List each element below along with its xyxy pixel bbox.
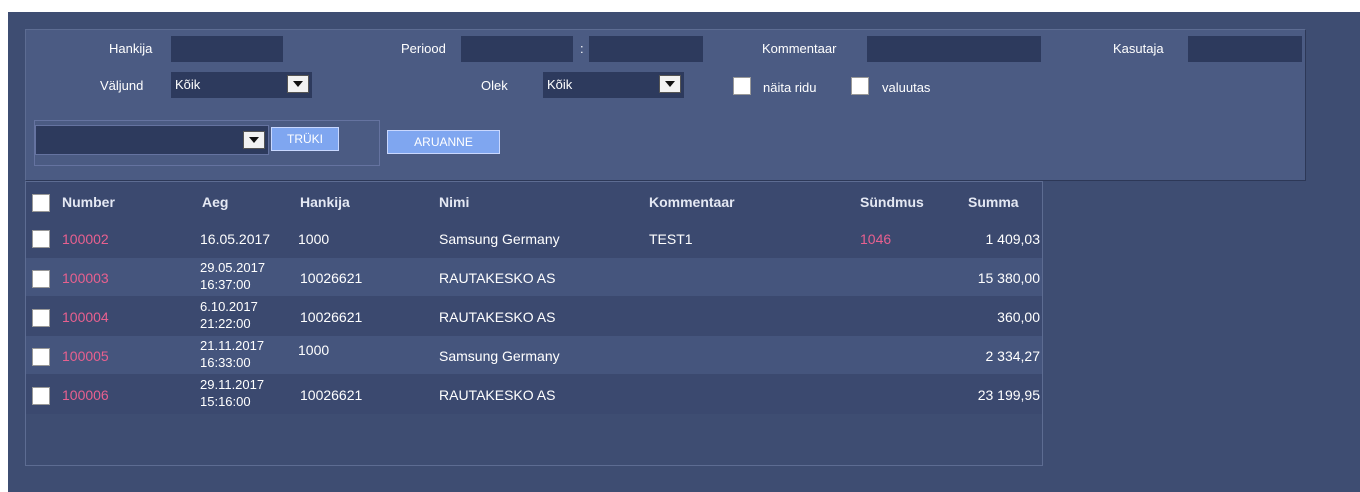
comment-label: Kommentaar — [762, 41, 837, 56]
table-row[interactable]: 100002 16.05.2017 1000 Samsung Germany T… — [26, 220, 1042, 258]
row-sum: 23 199,95 — [977, 387, 1040, 403]
user-input[interactable] — [1188, 36, 1302, 62]
row-name: RAUTAKESKO AS — [439, 270, 556, 286]
supplier-label: Hankija — [109, 41, 153, 56]
row-date: 29.05.2017 — [200, 260, 266, 275]
row-date: 16.05.2017 — [200, 231, 271, 247]
row-supplier: 1000 — [298, 231, 330, 247]
user-label: Kasutaja — [1113, 41, 1164, 56]
row-checkbox[interactable] — [32, 230, 50, 248]
period-separator: : — [580, 41, 584, 56]
row-time: 16:37:00 — [200, 277, 251, 292]
output-select[interactable]: Kõik — [171, 72, 312, 98]
show-rows-label: näita ridu — [763, 80, 817, 95]
period-to-input[interactable] — [589, 36, 703, 62]
col-comment[interactable]: Kommentaar — [649, 194, 735, 210]
row-checkbox[interactable] — [32, 348, 50, 366]
row-number-link[interactable]: 100003 — [62, 270, 109, 286]
period-label: Periood — [401, 41, 446, 56]
col-name[interactable]: Nimi — [439, 194, 469, 210]
row-number-link[interactable]: 100005 — [62, 348, 109, 364]
print-group: TRÜKI — [34, 120, 380, 166]
row-time: 21:22:00 — [200, 316, 251, 331]
report-button[interactable]: ARUANNE — [387, 130, 500, 154]
row-sum: 2 334,27 — [985, 348, 1041, 364]
row-sum: 1 409,03 — [985, 231, 1041, 247]
currency-checkbox[interactable] — [851, 77, 869, 95]
col-supplier[interactable]: Hankija — [300, 194, 350, 210]
row-date: 29.11.2017 — [200, 377, 265, 392]
row-supplier: 10026621 — [300, 309, 363, 325]
chevron-down-icon — [243, 131, 265, 149]
row-number-link[interactable]: 100002 — [62, 231, 109, 247]
print-button[interactable]: TRÜKI — [271, 127, 339, 151]
comment-input[interactable] — [867, 36, 1041, 62]
row-name: Samsung Germany — [439, 231, 560, 247]
currency-label: valuutas — [882, 80, 931, 95]
status-label: Olek — [481, 78, 508, 93]
output-select-value: Kõik — [175, 77, 201, 92]
row-sum: 360,00 — [997, 309, 1040, 325]
row-sum: 15 380,00 — [977, 270, 1040, 286]
row-supplier: 10026621 — [300, 270, 363, 286]
row-supplier: 1000 — [298, 342, 330, 358]
chevron-down-icon — [659, 75, 681, 93]
report-window: Hankija Periood : Kommentaar Kasutaja Vä… — [8, 12, 1360, 492]
status-select[interactable]: Kõik — [543, 72, 684, 98]
chevron-down-icon — [287, 75, 309, 93]
output-label: Väljund — [100, 78, 144, 93]
row-name: RAUTAKESKO AS — [439, 387, 556, 403]
table-row[interactable]: 100005 21.11.2017 16:33:00 1000 Samsung … — [26, 336, 1042, 374]
table-header: Number Aeg Hankija Nimi Kommentaar Sündm… — [26, 182, 1042, 220]
table-row[interactable]: 100004 6.10.2017 21:22:00 10026621 RAUTA… — [26, 296, 1042, 336]
status-select-value: Kõik — [547, 77, 573, 92]
row-supplier: 10026621 — [300, 387, 363, 403]
show-rows-checkbox[interactable] — [733, 77, 751, 95]
select-all-checkbox[interactable] — [32, 194, 50, 212]
row-time: 16:33:00 — [200, 355, 251, 370]
col-event[interactable]: Sündmus — [860, 194, 924, 210]
col-time[interactable]: Aeg — [202, 194, 228, 210]
row-comment: TEST1 — [649, 231, 693, 247]
period-from-input[interactable] — [461, 36, 573, 62]
row-checkbox[interactable] — [32, 270, 50, 288]
row-name: Samsung Germany — [439, 348, 560, 364]
col-number[interactable]: Number — [62, 194, 115, 210]
table-row[interactable]: 100003 29.05.2017 16:37:00 10026621 RAUT… — [26, 258, 1042, 296]
filter-panel: Hankija Periood : Kommentaar Kasutaja Vä… — [25, 29, 1306, 181]
row-number-link[interactable]: 100006 — [62, 387, 109, 403]
row-checkbox[interactable] — [32, 309, 50, 327]
row-checkbox[interactable] — [32, 387, 50, 405]
purchase-table: Number Aeg Hankija Nimi Kommentaar Sündm… — [25, 181, 1043, 466]
supplier-input[interactable] — [171, 36, 283, 62]
row-date: 6.10.2017 — [200, 299, 258, 314]
row-number-link[interactable]: 100004 — [62, 309, 109, 325]
print-format-select[interactable] — [35, 125, 269, 155]
col-sum[interactable]: Summa — [968, 194, 1019, 210]
row-name: RAUTAKESKO AS — [439, 309, 556, 325]
row-event-link[interactable]: 1046 — [860, 231, 891, 247]
table-row[interactable]: 100006 29.11.2017 15:16:00 10026621 RAUT… — [26, 374, 1042, 414]
row-date: 21.11.2017 — [200, 338, 265, 353]
row-time: 15:16:00 — [200, 394, 251, 409]
